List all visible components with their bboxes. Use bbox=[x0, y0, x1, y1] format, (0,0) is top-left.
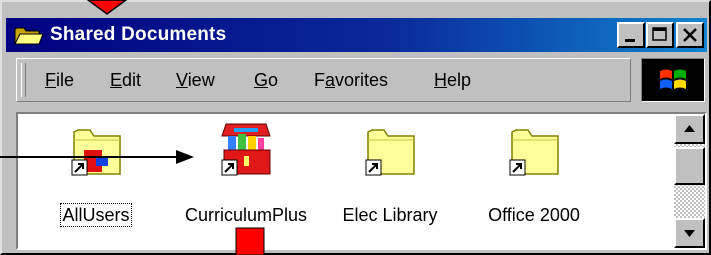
maximize-button[interactable] bbox=[646, 22, 674, 48]
close-button[interactable] bbox=[676, 22, 704, 48]
menu-edit[interactable]: Edit bbox=[110, 69, 141, 91]
folder-icon bbox=[509, 129, 559, 176]
title-bar[interactable]: Shared Documents bbox=[6, 18, 707, 52]
menu-view[interactable]: View bbox=[176, 69, 215, 91]
file-item-curriculumplus[interactable]: CurriculumPlus bbox=[166, 120, 326, 240]
shortcut-folder-icon bbox=[71, 129, 121, 176]
menu-file[interactable]: File bbox=[45, 69, 74, 91]
menu-favorites[interactable]: Favorites bbox=[314, 69, 388, 91]
minimize-icon bbox=[625, 39, 635, 42]
file-label: AllUsers bbox=[60, 203, 132, 227]
vertical-scrollbar[interactable] bbox=[674, 114, 705, 248]
folder-icon bbox=[365, 129, 415, 176]
menu-help[interactable]: Help bbox=[434, 69, 471, 91]
file-label: Office 2000 bbox=[488, 205, 580, 225]
toolbox-icon bbox=[221, 123, 271, 176]
file-list: AllUsers CurriculumPlus Elec Library Off… bbox=[16, 112, 707, 250]
maximize-icon bbox=[652, 27, 667, 41]
windows-logo-icon bbox=[660, 69, 686, 89]
explorer-window: Shared Documents File Edit View Go Favor… bbox=[0, 0, 711, 255]
window-title: Shared Documents bbox=[50, 24, 227, 45]
file-item-office-2000[interactable]: Office 2000 bbox=[454, 120, 614, 240]
toolbar-grip[interactable] bbox=[21, 63, 26, 97]
file-item-elec-library[interactable]: Elec Library bbox=[310, 120, 470, 240]
scroll-thumb[interactable] bbox=[674, 147, 705, 185]
minimize-button[interactable] bbox=[617, 22, 645, 48]
scroll-up-button[interactable] bbox=[674, 114, 705, 144]
menu-go[interactable]: Go bbox=[254, 69, 278, 91]
file-label: Elec Library bbox=[342, 205, 438, 225]
file-item-allusers[interactable]: AllUsers bbox=[16, 120, 176, 240]
throbber bbox=[641, 58, 705, 102]
scroll-down-button[interactable] bbox=[674, 218, 705, 248]
scroll-down-arrow-icon bbox=[684, 230, 695, 237]
scroll-up-arrow-icon bbox=[684, 125, 695, 132]
open-folder-icon bbox=[14, 27, 44, 45]
file-label: CurriculumPlus bbox=[184, 205, 308, 225]
menu-bar: File Edit View Go Favorites Help bbox=[16, 58, 631, 102]
close-icon bbox=[683, 28, 697, 42]
